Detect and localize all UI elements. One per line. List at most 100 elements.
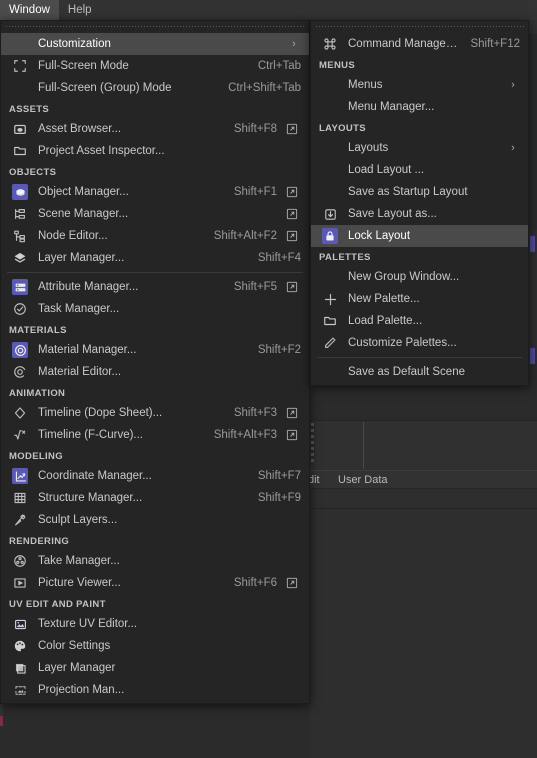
submenu-drag-grip[interactable] — [315, 23, 524, 31]
menu-item-coordinate-manager[interactable]: Coordinate Manager... Shift+F7 — [1, 465, 309, 487]
background-toolbar-rail[interactable] — [310, 420, 315, 462]
task-manager-icon — [9, 300, 31, 318]
menu-item-shortcut: Shift+F9 — [257, 492, 301, 504]
menu-item-label: Texture UV Editor... — [38, 618, 138, 630]
menu-item-material-editor[interactable]: Material Editor... — [1, 361, 309, 383]
menu-item-label: Take Manager... — [38, 555, 120, 567]
menu-item-load-palette[interactable]: Load Palette... — [311, 310, 528, 332]
menu-item-project-asset-inspector[interactable]: Project Asset Inspector... — [1, 140, 309, 162]
f-curve-icon — [9, 426, 31, 444]
menu-item-label: Projection Man... — [38, 684, 125, 696]
menubar: Window Help — [0, 0, 310, 20]
menu-item-shortcut: Ctrl+Tab — [257, 60, 301, 72]
popout-icon[interactable] — [283, 123, 301, 135]
menu-item-new-group-window[interactable]: New Group Window... — [311, 266, 528, 288]
menu-item-command-manager[interactable]: Command Manager... Shift+F12 — [311, 33, 528, 55]
menu-item-layouts[interactable]: Layouts › — [311, 137, 528, 159]
menu-item-shortcut: Shift+Alt+F2 — [213, 230, 277, 242]
background-lower-panel — [310, 489, 537, 758]
menubar-item-help[interactable]: Help — [59, 0, 101, 20]
menu-item-projection-man[interactable]: Projection Man... — [1, 679, 309, 701]
menu-item-timeline-f-curve[interactable]: Timeline (F-Curve)... Shift+Alt+F3 — [1, 424, 309, 446]
menu-item-load-layout[interactable]: Load Layout ... — [311, 159, 528, 181]
menu-item-label: Task Manager... — [38, 303, 120, 315]
menu-item-new-palette[interactable]: New Palette... — [311, 288, 528, 310]
menu-item-customize-palettes[interactable]: Customize Palettes... — [311, 332, 528, 354]
menu-item-label: Layouts — [348, 142, 389, 154]
menu-item-save-layout-as[interactable]: Save Layout as... — [311, 203, 528, 225]
scene-manager-icon — [9, 205, 31, 223]
save-layout-icon — [319, 205, 341, 223]
menu-section-header: RENDERING — [9, 536, 70, 547]
menu-item-label: Node Editor... — [38, 230, 108, 242]
popout-icon[interactable] — [283, 230, 301, 242]
menu-item-label: Save as Startup Layout — [348, 186, 468, 198]
menu-item-sculpt-layers[interactable]: Sculpt Layers... — [1, 509, 309, 531]
menu-section-header: ASSETS — [9, 104, 50, 115]
menu-item-menus[interactable]: Menus › — [311, 74, 528, 96]
menu-item-label: Scene Manager... — [38, 208, 129, 220]
menu-item-material-manager[interactable]: Material Manager... Shift+F2 — [1, 339, 309, 361]
menubar-item-window[interactable]: Window — [0, 0, 59, 20]
command-icon — [319, 35, 341, 53]
menu-item-save-as-startup-layout[interactable]: Save as Startup Layout — [311, 181, 528, 203]
menu-item-color-settings[interactable]: Color Settings — [1, 635, 309, 657]
menu-item-label: Layer Manager — [38, 662, 116, 674]
menu-item-label: Timeline (F-Curve)... — [38, 429, 143, 441]
menu-item-full-screen-mode[interactable]: Full-Screen Mode Ctrl+Tab — [1, 55, 309, 77]
menu-item-shortcut: Shift+F8 — [233, 123, 277, 135]
menu-item-label: Material Manager... — [38, 344, 137, 356]
menu-item-menu-manager[interactable]: Menu Manager... — [311, 96, 528, 118]
menu-item-shortcut: Shift+F5 — [233, 281, 277, 293]
menu-item-task-manager[interactable]: Task Manager... — [1, 298, 309, 320]
menu-item-structure-manager[interactable]: Structure Manager... Shift+F9 — [1, 487, 309, 509]
menu-item-asset-browser[interactable]: Asset Browser... Shift+F8 — [1, 118, 309, 140]
menu-item-shortcut: Shift+F3 — [233, 407, 277, 419]
menu-item-shortcut: Shift+F4 — [257, 252, 301, 264]
menu-item-scene-manager[interactable]: Scene Manager... — [1, 203, 309, 225]
menu-item-label: Load Palette... — [348, 315, 423, 327]
popout-icon[interactable] — [283, 208, 301, 220]
menu-item-label: New Palette... — [348, 293, 420, 305]
menu-item-layer-manager[interactable]: Layer Manager... Shift+F4 — [1, 247, 309, 269]
chevron-right-icon: › — [511, 79, 515, 91]
plus-icon — [319, 290, 341, 308]
menu-item-texture-uv-editor[interactable]: Texture UV Editor... — [1, 613, 309, 635]
menu-item-picture-viewer[interactable]: Picture Viewer... Shift+F6 — [1, 572, 309, 594]
node-editor-icon — [9, 227, 31, 245]
menu-item-save-as-default-scene[interactable]: Save as Default Scene — [311, 361, 528, 383]
menu-section-header: ANIMATION — [9, 388, 66, 399]
popout-icon[interactable] — [283, 407, 301, 419]
menu-item-shortcut: Shift+F6 — [233, 577, 277, 589]
popout-icon[interactable] — [283, 281, 301, 293]
paint-layer-icon — [9, 659, 31, 677]
menu-item-label: Structure Manager... — [38, 492, 143, 504]
popout-icon[interactable] — [283, 577, 301, 589]
popout-icon[interactable] — [283, 429, 301, 441]
menu-section-header: UV EDIT AND PAINT — [9, 599, 106, 610]
menu-item-lock-layout[interactable]: Lock Layout — [311, 225, 528, 247]
background-left-accent — [0, 716, 3, 726]
menu-item-take-manager[interactable]: Take Manager... — [1, 550, 309, 572]
menu-item-label: Load Layout ... — [348, 164, 425, 176]
background-tab-user-data[interactable]: User Data — [338, 471, 388, 489]
texture-uv-icon — [9, 615, 31, 633]
menu-item-label: Layer Manager... — [38, 252, 125, 264]
object-manager-icon — [9, 183, 31, 201]
menu-item-customization[interactable]: Customization › — [1, 33, 309, 55]
window-menu-popup: Customization › Full-Screen Mode Ctrl+Tab Fu… — [0, 20, 310, 704]
menu-item-attribute-manager[interactable]: Attribute Manager... Shift+F5 — [1, 276, 309, 298]
menu-item-node-editor[interactable]: Node Editor... Shift+Alt+F2 — [1, 225, 309, 247]
menu-section-header: MODELING — [9, 451, 63, 462]
menu-item-layer-manager[interactable]: Layer Manager — [1, 657, 309, 679]
dope-sheet-icon — [9, 404, 31, 422]
background-right-marker-bottom — [530, 348, 535, 364]
menu-item-timeline-dope-sheet[interactable]: Timeline (Dope Sheet)... Shift+F3 — [1, 402, 309, 424]
menu-item-full-screen-group-mode[interactable]: Full-Screen (Group) Mode Ctrl+Shift+Tab — [1, 77, 309, 99]
menu-item-object-manager[interactable]: Object Manager... Shift+F1 — [1, 181, 309, 203]
menu-item-label: Command Manager... — [348, 38, 459, 50]
menu-item-label: Save Layout as... — [348, 208, 437, 220]
popout-icon[interactable] — [283, 186, 301, 198]
menu-drag-grip[interactable] — [5, 23, 305, 31]
customization-submenu-popup: Command Manager... Shift+F12 MENUS Menus › Me… — [310, 20, 529, 386]
